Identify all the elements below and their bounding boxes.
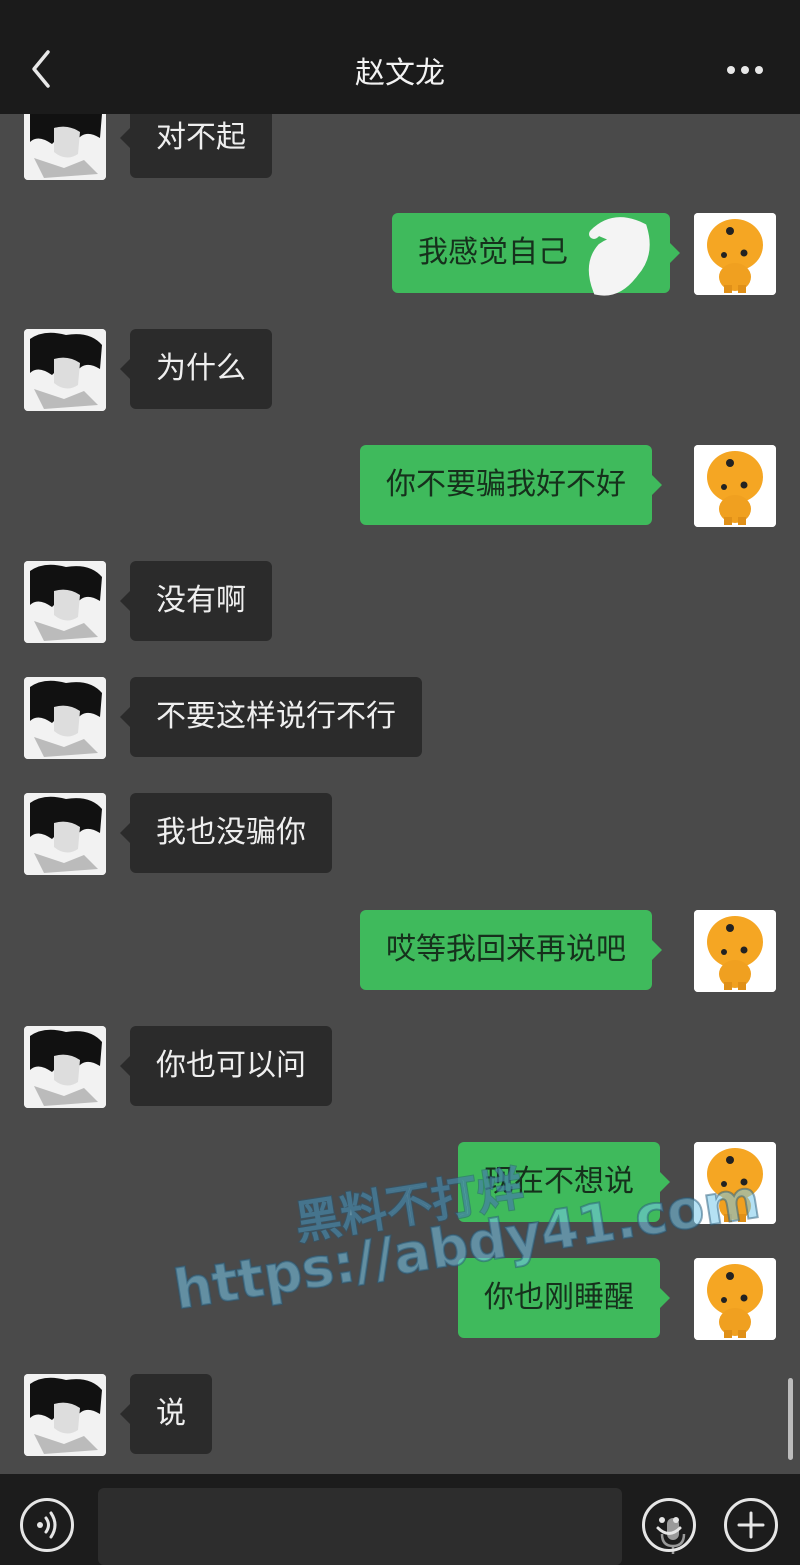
self-avatar[interactable]	[694, 1142, 776, 1224]
chat-title: 赵文龙	[355, 56, 445, 91]
more-options-button[interactable]	[720, 58, 770, 82]
anime-character-avatar-icon	[24, 793, 106, 875]
contact-avatar[interactable]	[24, 1026, 106, 1108]
sent-message-bubble[interactable]: 现在不想说	[458, 1142, 670, 1222]
plus-icon	[737, 1511, 765, 1539]
received-message-bubble[interactable]: 不要这样说行不行	[120, 677, 422, 757]
sent-message-bubble[interactable]: 你不要骗我好不好	[360, 445, 662, 525]
anime-character-avatar-icon	[24, 677, 106, 759]
orange-creature-avatar-icon	[694, 445, 776, 527]
self-avatar[interactable]	[694, 213, 776, 295]
received-message-bubble[interactable]: 为什么	[120, 329, 272, 409]
anime-character-avatar-icon	[24, 329, 106, 411]
contact-avatar[interactable]	[24, 329, 106, 411]
orange-creature-avatar-icon	[694, 1258, 776, 1340]
anime-character-avatar-icon	[24, 561, 106, 643]
chat-header: 赵文龙	[0, 0, 800, 114]
received-message-bubble[interactable]: 没有啊	[120, 561, 272, 641]
voice-mode-button[interactable]	[20, 1498, 74, 1552]
anime-character-avatar-icon	[24, 1026, 106, 1108]
anime-character-avatar-icon	[24, 1374, 106, 1456]
anime-character-avatar-icon	[24, 114, 106, 180]
ellipsis-icon	[727, 66, 763, 74]
emoji-button[interactable]	[642, 1498, 696, 1552]
self-avatar[interactable]	[694, 910, 776, 992]
more-actions-button[interactable]	[724, 1498, 778, 1552]
contact-avatar[interactable]	[24, 114, 106, 180]
self-avatar[interactable]	[694, 1258, 776, 1340]
contact-avatar[interactable]	[24, 561, 106, 643]
scrollbar[interactable]	[788, 1378, 793, 1460]
sent-message-bubble[interactable]: 你也刚睡醒	[458, 1258, 670, 1338]
received-message-bubble[interactable]: 我也没骗你	[120, 793, 332, 873]
message-list[interactable]: 对不起 我感觉自己 为什么 你不要骗我好不好 没有啊 不要这样说行不行 我也没骗…	[0, 114, 800, 1474]
self-avatar[interactable]	[694, 445, 776, 527]
orange-creature-avatar-icon	[694, 910, 776, 992]
received-message-bubble[interactable]: 说	[120, 1374, 212, 1454]
contact-avatar[interactable]	[24, 677, 106, 759]
emoji-icon	[656, 1517, 682, 1535]
sent-message-bubble[interactable]: 哎等我回来再说吧	[360, 910, 662, 990]
message-input[interactable]	[98, 1488, 686, 1565]
redaction-scribble	[588, 217, 650, 296]
received-message-bubble[interactable]: 对不起	[120, 114, 272, 178]
orange-creature-avatar-icon	[694, 1142, 776, 1224]
input-bar	[0, 1474, 800, 1565]
orange-creature-avatar-icon	[694, 213, 776, 295]
voice-mode-icon	[37, 1511, 57, 1539]
contact-avatar[interactable]	[24, 1374, 106, 1456]
contact-avatar[interactable]	[24, 793, 106, 875]
received-message-bubble[interactable]: 你也可以问	[120, 1026, 332, 1106]
